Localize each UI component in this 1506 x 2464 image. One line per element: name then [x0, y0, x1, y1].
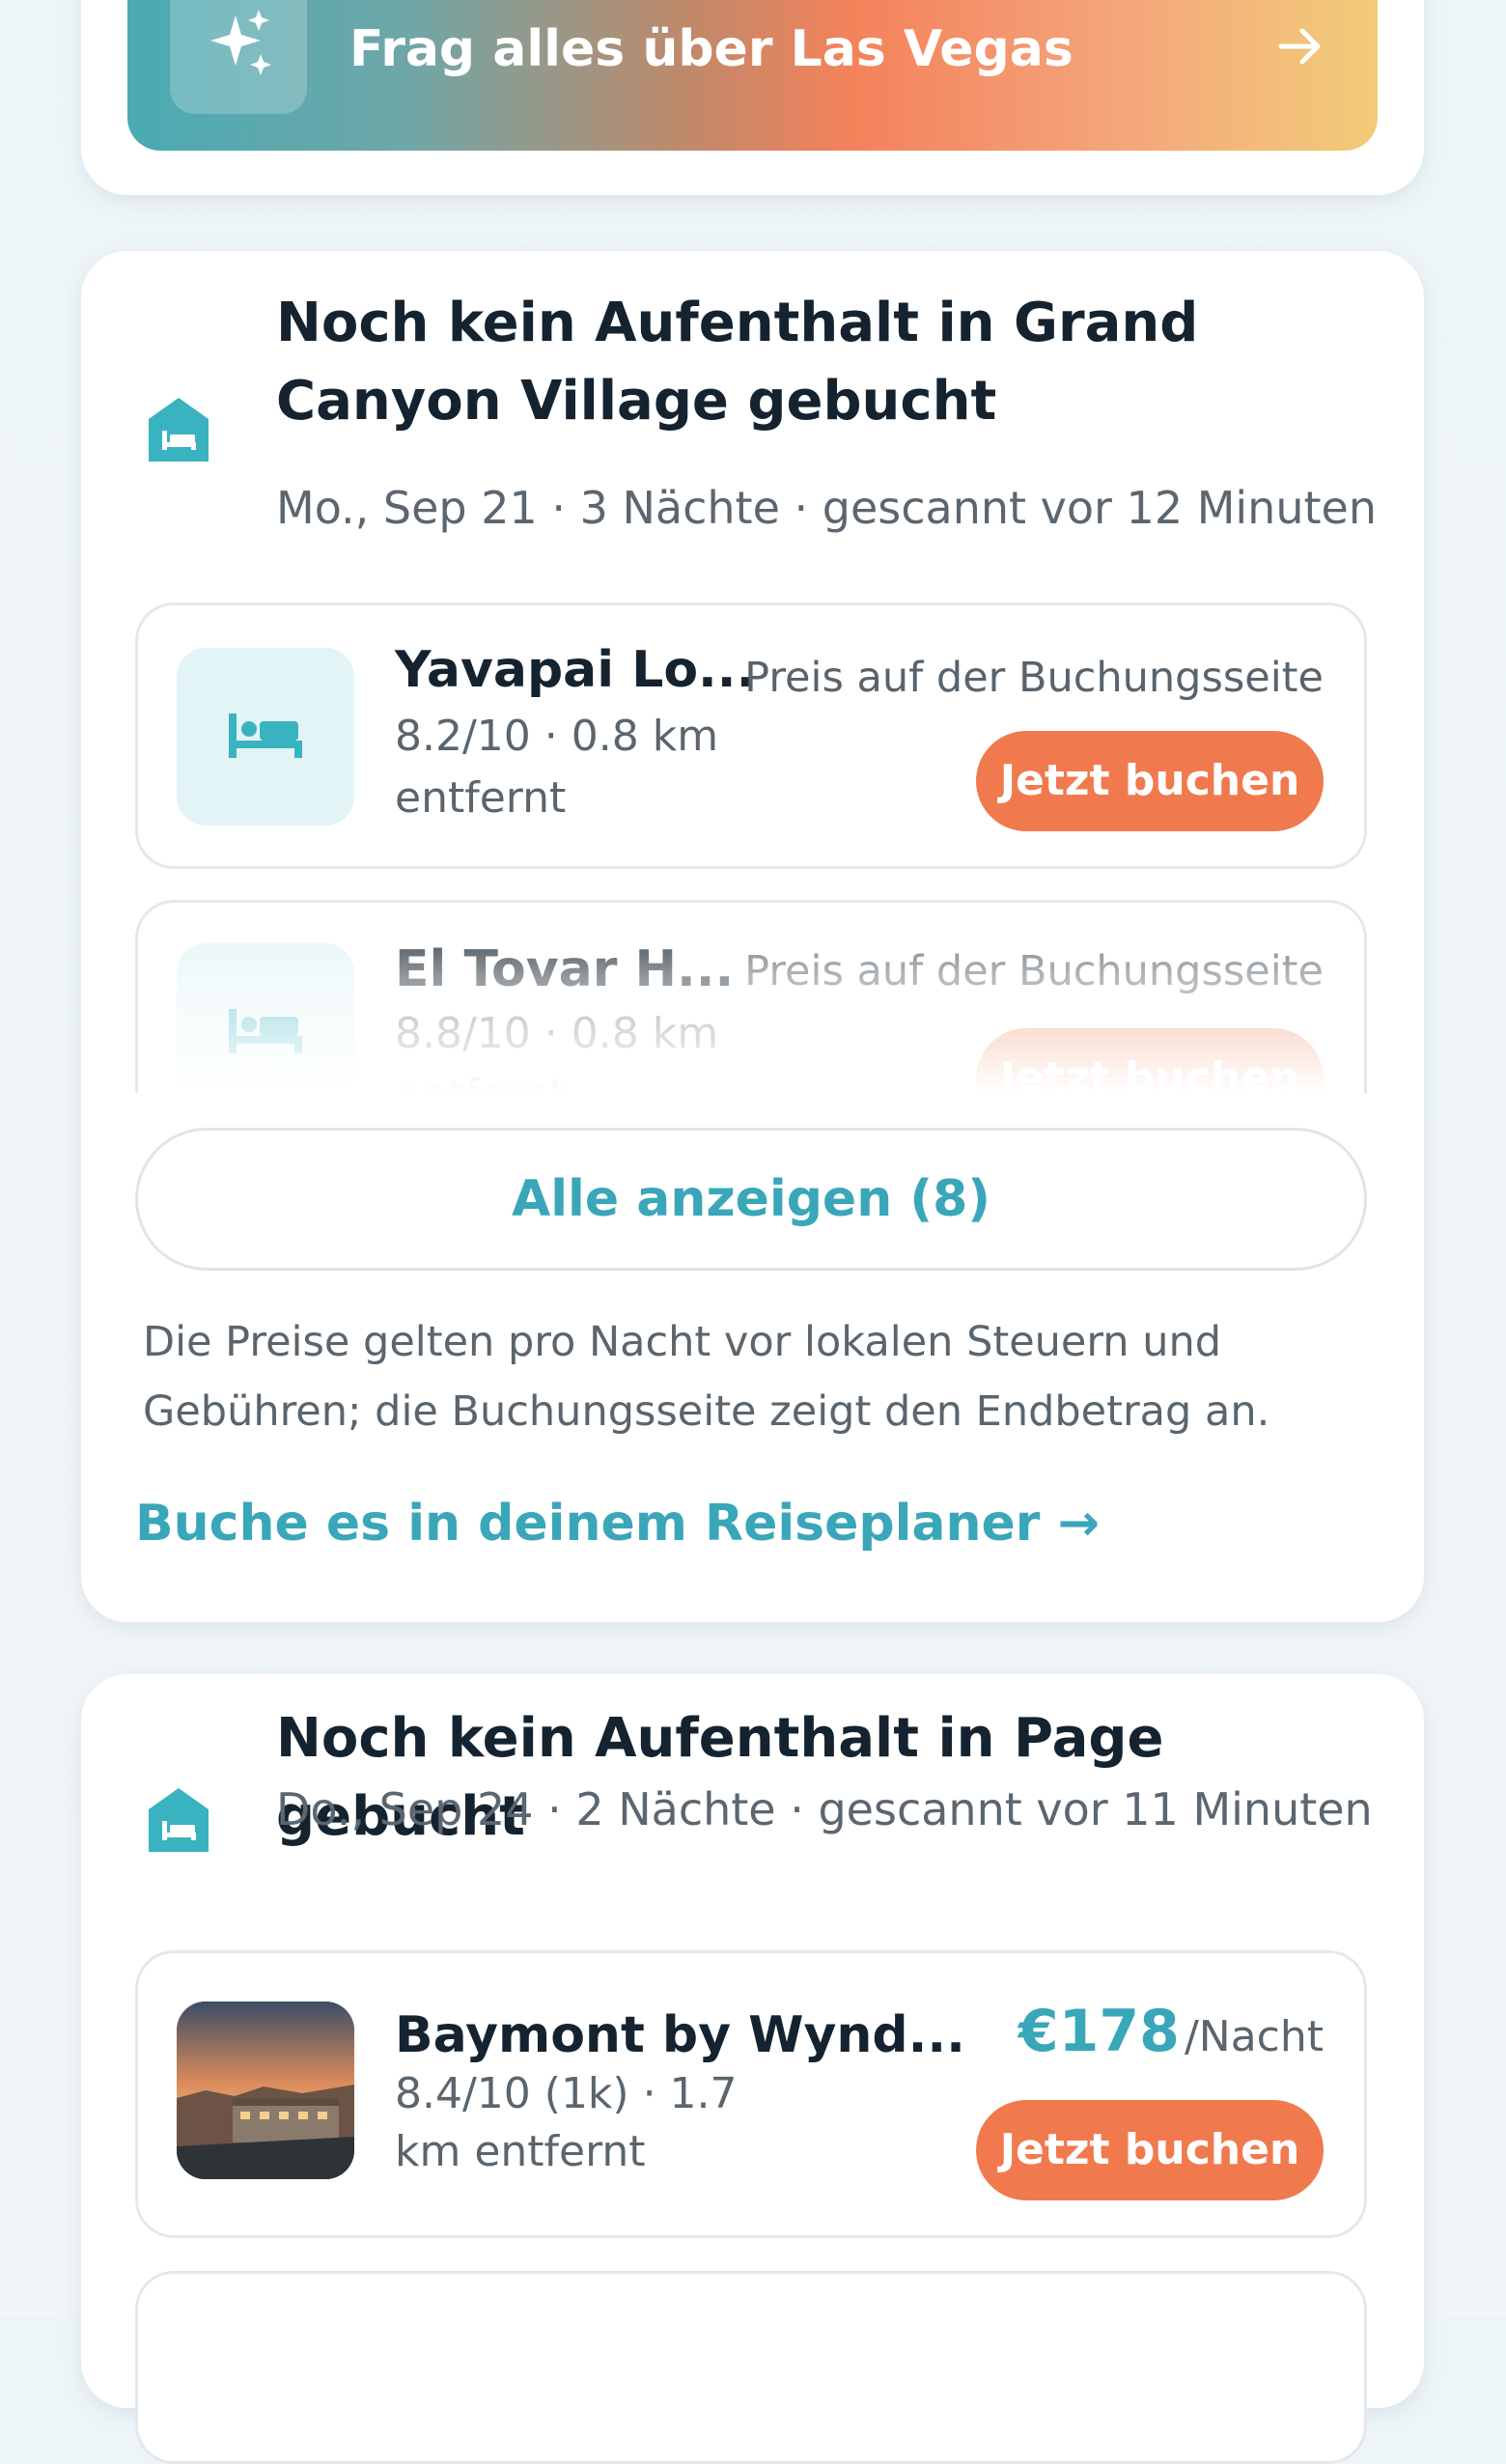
hotel-thumbnail	[177, 648, 354, 826]
price-note: Preis auf der Buchungsseite	[744, 654, 1324, 702]
bed-icon	[229, 1009, 302, 1053]
stay-section-grand-canyon: Noch kein Aufenthalt in Grand Canyon Vil…	[81, 251, 1424, 1622]
hotel-name: El Tovar H...	[395, 940, 735, 998]
stay-section-page: Noch kein Aufenthalt in Page gebucht Do.…	[81, 1674, 1424, 2464]
section-subtitle: Mo., Sep 21 · 3 Nächte · gescannt vor 12…	[276, 482, 1377, 534]
ask-label: Frag alles über Las Vegas	[349, 20, 1074, 78]
ask-las-vegas-button[interactable]: Frag alles über Las Vegas	[127, 0, 1378, 151]
book-now-button[interactable]: Jetzt buchen	[976, 731, 1324, 831]
arrow-right-icon	[1278, 28, 1321, 65]
book-now-button[interactable]: Jetzt buchen	[976, 1028, 1324, 1093]
bed-icon	[229, 714, 302, 758]
hotel-meta: 8.8/10 · 0.8 km entfernt	[395, 1009, 719, 1093]
hotel-icon	[149, 398, 209, 462]
hotel-card[interactable]: Yavapai Lo... 8.2/10 · 0.8 km entfernt P…	[135, 602, 1367, 869]
hotel-photo	[177, 2002, 354, 2179]
price-note: Preis auf der Buchungsseite	[744, 947, 1324, 995]
show-all-button[interactable]: Alle anzeigen (8)	[135, 1128, 1367, 1271]
hotel-thumbnail	[177, 943, 354, 1093]
book-now-button[interactable]: Jetzt buchen	[976, 2100, 1324, 2200]
hotel-photo-image	[177, 2002, 354, 2179]
sparkles-icon-box	[170, 0, 307, 114]
hotel-name: Baymont by Wynd...	[395, 2006, 965, 2064]
hotel-card[interactable]: El Tovar H... 8.8/10 · 0.8 km entfernt P…	[135, 900, 1367, 1093]
hotel-meta: 8.2/10 · 0.8 km entfernt	[395, 712, 719, 823]
hotel-icon	[149, 1788, 209, 1852]
hotel-card[interactable]	[135, 2271, 1367, 2464]
sparkles-icon	[210, 10, 271, 75]
price-unit: /Nacht	[1184, 2012, 1324, 2061]
ask-card: Frag alles über Las Vegas	[81, 0, 1424, 195]
price-disclaimer: Die Preise gelten pro Nacht vor lokalen …	[143, 1318, 1270, 1436]
hotel-card[interactable]: Baymont by Wynd... 8.4/10 (1k) · 1.7 km …	[135, 1950, 1367, 2238]
price-amount: €178	[1018, 1998, 1180, 2065]
price-block: €178 /Nacht	[1018, 1998, 1324, 2065]
hotel-name: Yavapai Lo...	[395, 641, 756, 699]
section-title: Noch kein Aufenthalt in Grand Canyon Vil…	[276, 292, 1199, 433]
section-subtitle: Do., Sep 24 · 2 Nächte · gescannt vor 11…	[276, 1783, 1373, 1835]
hotel-meta: 8.4/10 (1k) · 1.7 km entfernt	[395, 2069, 738, 2176]
planner-link[interactable]: Buche es in deinem Reiseplaner →	[135, 1495, 1100, 1553]
